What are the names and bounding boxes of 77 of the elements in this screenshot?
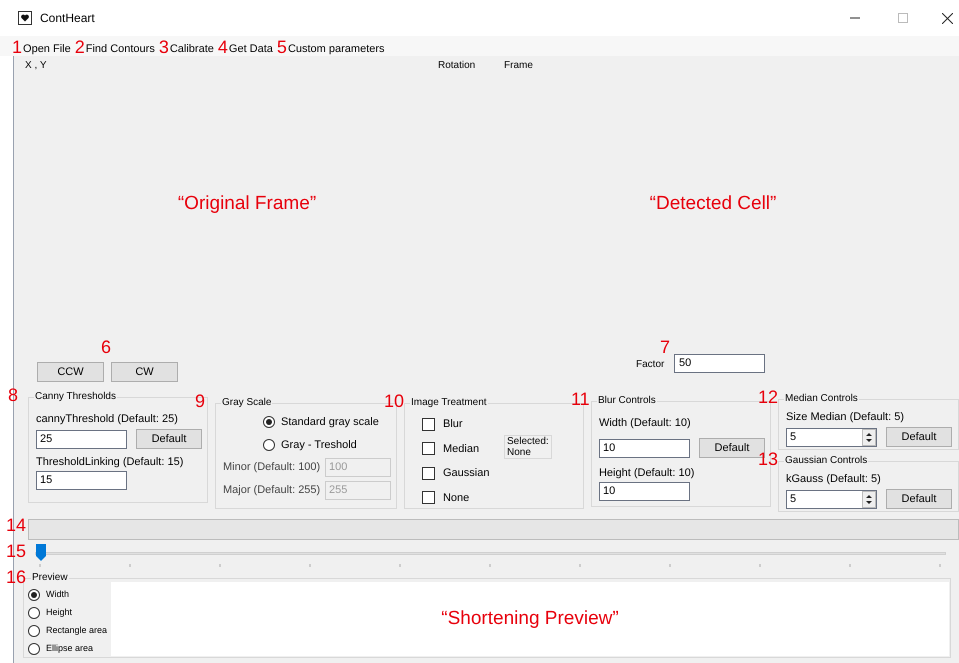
annotation-number: 9 — [195, 392, 206, 410]
rotate-button[interactable]: CCW — [37, 362, 104, 382]
annotation-number: 3 — [158, 38, 169, 56]
text-field[interactable]: 10 — [598, 482, 690, 501]
menu-item[interactable]: Open File — [23, 42, 71, 56]
default-button[interactable]: Default — [136, 429, 202, 449]
field-label: ThresholdLinking (Default: 15) — [36, 455, 184, 469]
spin-arrows-icon[interactable] — [862, 490, 876, 508]
menu-item[interactable]: Custom parameters — [288, 42, 385, 56]
radio-button[interactable] — [28, 606, 40, 618]
menu-item[interactable]: Calibrate — [170, 42, 214, 56]
spin-field[interactable]: 5 — [786, 490, 877, 508]
rotate-button[interactable]: CW — [111, 362, 178, 382]
default-button[interactable]: Default — [886, 427, 952, 447]
field-label: kGauss (Default: 5) — [786, 472, 882, 486]
checkbox-label: None — [442, 490, 470, 506]
annotation-number: 7 — [660, 338, 670, 356]
radio-label: Width — [46, 588, 70, 601]
radio-button[interactable] — [28, 588, 40, 600]
field-label: Major (Default: 255) — [223, 483, 320, 498]
group-title: Gray Scale — [221, 396, 272, 410]
checkbox-label: Gaussian — [442, 466, 490, 481]
radio-button[interactable] — [263, 416, 275, 428]
slider-thumb[interactable] — [36, 544, 46, 561]
annotation-number: 8 — [8, 386, 18, 404]
annotation-number: 1 — [12, 38, 22, 56]
radio-label: Ellipse area — [46, 642, 94, 655]
annotation-number: 15 — [6, 542, 26, 560]
field-label: Width (Default: 10) — [598, 416, 692, 430]
menu-item[interactable]: Get Data — [228, 42, 273, 56]
close-icon[interactable] — [942, 12, 953, 24]
text-field[interactable]: 10 — [598, 438, 690, 458]
field-label: Size Median (Default: 5) — [786, 410, 905, 424]
checkbox[interactable] — [422, 491, 435, 504]
radio-label: Standard gray scale — [281, 415, 379, 430]
radio-button[interactable] — [28, 624, 40, 636]
selection-status: Selected: None — [504, 435, 552, 459]
checkbox[interactable] — [422, 442, 435, 456]
menu-item[interactable]: Find Contours — [86, 42, 155, 56]
checkbox-label: Blur — [442, 417, 463, 432]
frame-label: Frame — [504, 58, 533, 72]
default-button[interactable]: Default — [886, 489, 952, 509]
spin-field[interactable]: 5 — [786, 428, 877, 446]
annotation-caption: “Detected Cell” — [650, 192, 776, 216]
radio-button[interactable] — [263, 438, 275, 451]
radio-button[interactable] — [28, 642, 40, 654]
checkbox-label: Median — [442, 442, 480, 456]
factor-field[interactable]: 50 — [674, 354, 765, 373]
field-label: Minor (Default: 100) — [223, 460, 320, 476]
app-icon — [18, 11, 32, 25]
checkbox[interactable] — [422, 466, 435, 480]
radio-label: Height — [46, 606, 72, 619]
spin-arrows-icon[interactable] — [862, 428, 876, 446]
group-title: Image Treatment — [410, 396, 488, 410]
radio-label: Gray - Treshold — [281, 438, 357, 452]
annotation-number: 16 — [6, 568, 26, 586]
text-field[interactable]: 25 — [36, 430, 127, 448]
text-field[interactable]: 15 — [36, 471, 127, 490]
annotation-number: 2 — [74, 38, 85, 56]
checkbox[interactable] — [422, 418, 435, 431]
field-label: cannyThreshold (Default: 25) — [36, 412, 179, 426]
annotation-number: 14 — [6, 516, 26, 534]
annotation-number: 4 — [218, 38, 228, 56]
window-title: ContHeart — [40, 10, 95, 27]
annotation-number: 10 — [384, 392, 404, 410]
annotation-caption: “Shortening Preview” — [441, 606, 619, 631]
annotation-number: 11 — [570, 390, 590, 408]
annotation-number: 6 — [101, 338, 112, 356]
factor-label: Factor — [636, 358, 664, 372]
coordinates-label: X , Y — [25, 58, 48, 72]
field-label: Height (Default: 10) — [598, 466, 696, 480]
annotation-caption: “Original Frame” — [178, 192, 316, 216]
annotation-number: 12 — [758, 388, 778, 406]
radio-label: Rectangle area — [46, 624, 108, 637]
rotation-label: Rotation — [438, 58, 476, 72]
group-title: Canny Thresholds — [34, 390, 117, 404]
annotation-number: 5 — [276, 38, 287, 56]
